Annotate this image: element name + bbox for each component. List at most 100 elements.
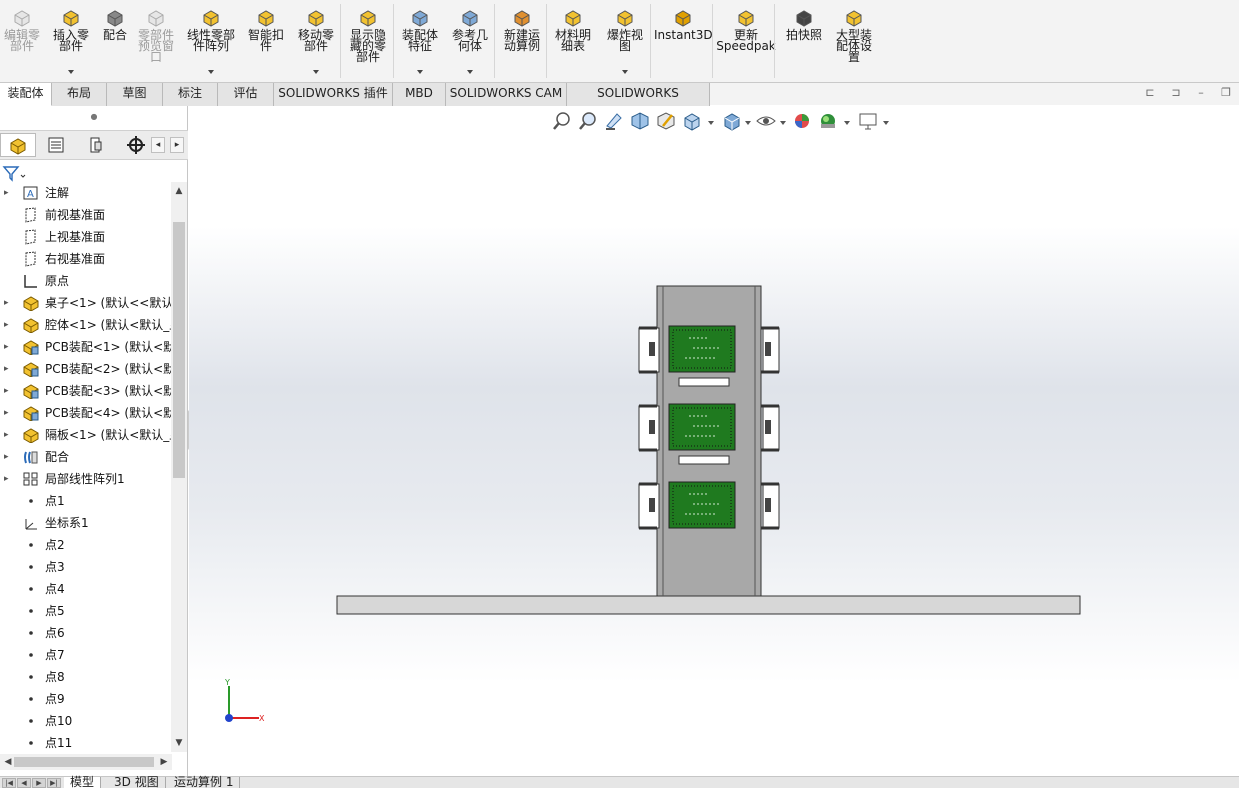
ribbon-button-5[interactable]: 智能扣 件 [244,4,288,78]
assembly-features-icon [412,10,428,27]
scroll-right-icon[interactable]: ▶ [156,755,172,769]
table-top[interactable] [336,595,1081,615]
feature-manager-tab[interactable] [0,133,36,157]
graphics-area[interactable]: Y X [189,106,1239,776]
ribbon-button-14[interactable]: 更新 Speedpak [716,4,776,78]
tree-item[interactable]: 点2 [0,534,172,556]
tree-horizontal-scrollbar[interactable]: ◀ ▶ [0,754,172,770]
tree-item[interactable]: ▸ 配合 [0,446,172,468]
ribbon-button-2[interactable]: 配合 [96,4,134,78]
dropdown-arrow-icon[interactable] [68,70,74,74]
tab-5[interactable]: SOLIDWORKS 插件 [274,83,393,106]
tree-item[interactable]: 点1 [0,490,172,512]
tree-item[interactable]: 点7 [0,644,172,666]
expand-icon[interactable]: ▸ [4,182,12,204]
tree-item[interactable]: 点6 [0,622,172,644]
tree-item[interactable]: ▸ PCB装配<2> (默认<默 [0,358,172,380]
expand-icon[interactable]: ▸ [4,314,12,336]
tree-item[interactable]: 原点 [0,270,172,292]
tree-item[interactable]: ▸ 桌子<1> (默认<<默认 [0,292,172,314]
scroll-down-icon[interactable]: ▼ [171,736,187,750]
last-tab-icon[interactable]: ▶| [47,778,61,788]
expand-icon[interactable]: ▸ [4,336,12,358]
expand-icon[interactable]: ▸ [4,468,12,490]
dropdown-arrow-icon[interactable] [417,70,423,74]
ribbon-button-13[interactable]: Instant3D [654,4,713,78]
tree-item[interactable]: ▸ 腔体<1> (默认<默认_显 [0,314,172,336]
ribbon-button-3[interactable]: 零部件 预览窗 口 [134,4,178,78]
tree-item[interactable]: 点10 [0,710,172,732]
expand-icon[interactable]: ▸ [4,424,12,446]
tree-item-label: 隔板<1> (默认<默认_显 [45,428,172,442]
tab-scroll-right-icon[interactable]: ▸ [170,137,184,153]
expand-icon[interactable]: ▸ [4,402,12,424]
ribbon-button-16[interactable]: 大型装 配体设 置 [830,4,878,78]
panel-grip[interactable]: ● [0,106,188,128]
tree-item[interactable]: ▸ 隔板<1> (默认<默认_显 [0,424,172,446]
dimxpert-manager-tab[interactable] [118,133,154,157]
tree-item[interactable]: 坐标系1 [0,512,172,534]
ribbon-button-label: 显示隐 藏的零 部件 [349,28,386,64]
configuration-manager-tab[interactable] [78,133,114,157]
tab-7[interactable]: SOLIDWORKS CAM [446,83,567,106]
tree-item[interactable]: 点11 [0,732,172,752]
tree-vertical-scrollbar[interactable]: ▲ ▼ [171,182,187,752]
maximize-icon[interactable]: ❐ [1219,87,1233,101]
minimize-icon[interactable]: – [1194,87,1208,101]
tree-item[interactable]: ▸ 局部线性阵列1 [0,468,172,490]
bottom-tab-2[interactable]: 运动算例 1 [168,776,241,788]
tree-item[interactable]: ▸ PCB装配<4> (默认<默 [0,402,172,424]
expand-icon[interactable]: ▸ [4,446,12,468]
tab-1[interactable]: 布局 [52,83,107,106]
tab-6[interactable]: MBD [393,83,446,106]
tree-item[interactable]: 点8 [0,666,172,688]
scroll-up-icon[interactable]: ▲ [171,184,187,198]
tab-8[interactable]: SOLIDWORKS Inspection [567,83,710,121]
ribbon-button-7[interactable]: 显示隐 藏的零 部件 [344,4,392,78]
assembly-model[interactable] [189,106,1239,776]
tree-item[interactable]: 点9 [0,688,172,710]
tree-item[interactable]: 点3 [0,556,172,578]
tree-filter[interactable] [2,164,32,182]
bottom-tab-0[interactable]: 模型 [64,776,102,788]
next-tab-icon[interactable]: ▶ [32,778,46,788]
dropdown-arrow-icon[interactable] [313,70,319,74]
ribbon-button-11[interactable]: 材料明 细表 [550,4,596,78]
tree-item[interactable]: 点5 [0,600,172,622]
tab-2[interactable]: 草图 [107,83,163,106]
dropdown-arrow-icon[interactable] [622,70,628,74]
ribbon-button-10[interactable]: 新建运 动算例 [498,4,546,78]
tree-item[interactable]: 上视基准面 [0,226,172,248]
ribbon-button-6[interactable]: 移动零 部件 [290,4,342,78]
restore-right-icon[interactable]: ⊐ [1169,87,1183,101]
property-manager-tab[interactable] [38,133,74,157]
dropdown-arrow-icon[interactable] [208,70,214,74]
expand-icon[interactable]: ▸ [4,380,12,402]
prev-tab-icon[interactable]: ◀ [17,778,31,788]
ribbon-button-1[interactable]: 插入零 部件 [50,4,92,78]
scroll-thumb[interactable] [173,222,185,478]
tree-item[interactable]: 前视基准面 [0,204,172,226]
first-tab-icon[interactable]: |◀ [2,778,16,788]
tree-item[interactable]: ▸ PCB装配<3> (默认<默 [0,380,172,402]
tree-item[interactable]: ▸ A 注解 [0,182,172,204]
ribbon-button-4[interactable]: 线性零部 件阵列 [182,4,240,78]
tree-item[interactable]: 右视基准面 [0,248,172,270]
expand-icon[interactable]: ▸ [4,292,12,314]
restore-left-icon[interactable]: ⊏ [1143,87,1157,101]
scroll-thumb-horizontal[interactable] [14,757,154,767]
expand-icon[interactable]: ▸ [4,358,12,380]
bottom-tab-1[interactable]: 3D 视图 [108,776,166,788]
ribbon-button-12[interactable]: 爆炸视 图 [598,4,652,78]
ribbon-button-15[interactable]: 拍快照 [778,4,830,78]
ribbon-button-8[interactable]: 装配体 特征 [396,4,444,78]
tree-item[interactable]: ▸ PCB装配<1> (默认<默 [0,336,172,358]
tab-scroll-left-icon[interactable]: ◂ [151,137,165,153]
tab-0[interactable]: 装配体 [0,83,52,106]
tab-3[interactable]: 标注 [163,83,218,106]
ribbon-button-9[interactable]: 参考几 何体 [444,4,496,78]
dropdown-arrow-icon[interactable] [467,70,473,74]
tab-4[interactable]: 评估 [218,83,274,106]
tree-item[interactable]: 点4 [0,578,172,600]
ribbon-button-0[interactable]: 编辑零 部件 [0,4,44,78]
